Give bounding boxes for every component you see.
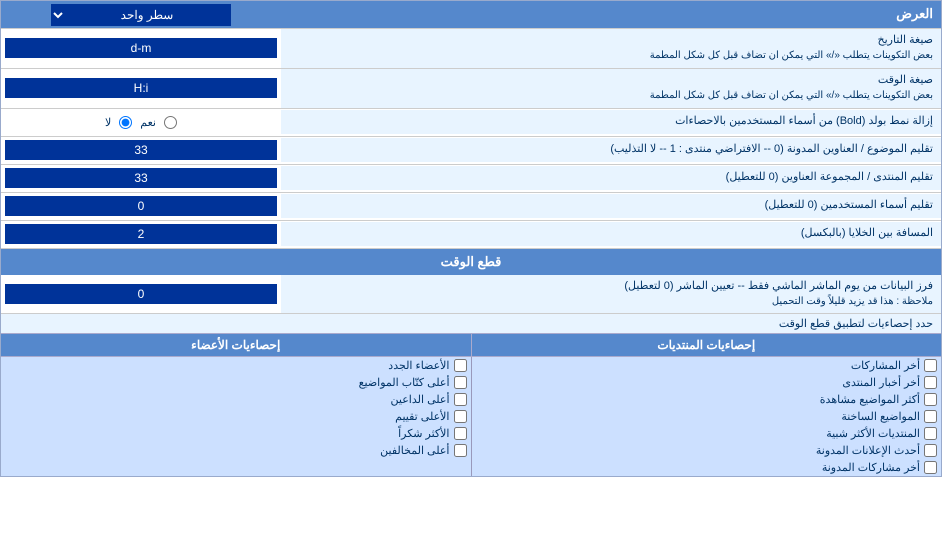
most-thanks-row: الأكثر شكراً <box>1 425 471 442</box>
bold-remove-no-radio[interactable] <box>119 116 132 129</box>
top-viewers-checkbox[interactable] <box>454 393 467 406</box>
last-tagged-row: أخر مشاركات المدونة <box>472 459 942 476</box>
latest-ads-label: أحدث الإعلانات المدونة <box>816 444 920 457</box>
page-title: العرض <box>281 1 941 27</box>
latest-ads-row: أحدث الإعلانات المدونة <box>472 442 942 459</box>
similar-forums-checkbox[interactable] <box>924 427 937 440</box>
latest-ads-checkbox[interactable] <box>924 444 937 457</box>
similar-forums-row: المنتديات الأكثر شبية <box>472 425 942 442</box>
stats-limit-row: حدد إحصاءيات لتطبيق قطع الوقت <box>1 314 941 334</box>
last-tagged-label: أخر مشاركات المدونة <box>822 461 920 474</box>
top-posters-checkbox[interactable] <box>454 376 467 389</box>
last-topics-row: المواضيع الساخنة <box>472 408 942 425</box>
new-members-row: الأعضاء الجدد <box>1 357 471 374</box>
lines-dropdown[interactable]: سطر واحد <box>51 4 231 26</box>
top-lurkers-label: أعلى المخالفين <box>380 444 449 457</box>
cutoff-value-input[interactable] <box>5 284 277 304</box>
subject-align-label: تقليم الموضوع / العناوين المدونة (0 -- ا… <box>281 138 941 161</box>
bold-remove-radio-group: نعم لا <box>105 116 177 129</box>
last-topics-checkbox[interactable] <box>924 410 937 423</box>
forum-stats-col: أخر المشاركات أخر أخبار المنتدى أكثر الم… <box>471 357 942 476</box>
last-shares-row: أخر المشاركات <box>472 357 942 374</box>
most-viewed-checkbox[interactable] <box>924 393 937 406</box>
col-members-header: إحصاءيات الأعضاء <box>1 334 471 356</box>
member-stats-col: الأعضاء الجدد أعلى كتّاب المواضيع أعلى ا… <box>1 357 471 476</box>
stats-columns-header: إحصاءيات المنتديات إحصاءيات الأعضاء <box>1 334 941 357</box>
last-forum-news-label: أخر أخبار المنتدى <box>842 376 920 389</box>
similar-forums-label: المنتديات الأكثر شبية <box>826 427 920 440</box>
most-viewed-label: أكثر المواضيع مشاهدة <box>820 393 920 406</box>
top-lurkers-checkbox[interactable] <box>454 444 467 457</box>
bold-remove-no-label: لا <box>105 116 111 129</box>
cell-spacing-label: المسافة بين الخلايا (بالبكسل) <box>281 222 941 245</box>
cutoff-row-label: فرز البيانات من يوم الماشر الماشي فقط --… <box>281 275 941 314</box>
stats-limit-label: حدد إحصاءيات لتطبيق قطع الوقت <box>9 317 933 330</box>
last-shares-label: أخر المشاركات <box>851 359 920 372</box>
top-rated-row: الأعلى تقييم <box>1 408 471 425</box>
last-shares-checkbox[interactable] <box>924 359 937 372</box>
cutoff-header: قطع الوقت <box>1 249 941 275</box>
bold-remove-label: إزالة نمط بولد (Bold) من أسماء المستخدمي… <box>281 110 941 133</box>
top-viewers-label: أعلى الداعين <box>391 393 450 406</box>
top-lurkers-row: أعلى المخالفين <box>1 442 471 459</box>
user-align-input[interactable] <box>5 196 277 216</box>
bold-remove-yes-label: نعم <box>140 116 156 129</box>
forum-align-label: تقليم المنتدى / المجموعة العناوين (0 للت… <box>281 166 941 189</box>
subject-align-input[interactable] <box>5 140 277 160</box>
col-shares-header: إحصاءيات المنتديات <box>471 334 942 356</box>
last-topics-label: المواضيع الساخنة <box>841 410 920 423</box>
user-align-label: تقليم أسماء المستخدمين (0 للتعطيل) <box>281 194 941 217</box>
top-viewers-row: أعلى الداعين <box>1 391 471 408</box>
last-forum-news-row: أخر أخبار المنتدى <box>472 374 942 391</box>
forum-align-input[interactable] <box>5 168 277 188</box>
cell-spacing-input[interactable] <box>5 224 277 244</box>
stats-columns-grid: أخر المشاركات أخر أخبار المنتدى أكثر الم… <box>1 357 941 476</box>
most-thanks-label: الأكثر شكراً <box>398 427 449 440</box>
bold-remove-yes-radio[interactable] <box>164 116 177 129</box>
top-rated-label: الأعلى تقييم <box>395 410 449 423</box>
top-posters-label: أعلى كتّاب المواضيع <box>359 376 450 389</box>
new-members-label: الأعضاء الجدد <box>388 359 449 372</box>
time-format-input[interactable] <box>5 78 277 98</box>
most-viewed-row: أكثر المواضيع مشاهدة <box>472 391 942 408</box>
top-rated-checkbox[interactable] <box>454 410 467 423</box>
time-format-label: صيغة الوقت بعض التكوينات يتطلب «/» التي … <box>281 69 941 108</box>
last-forum-news-checkbox[interactable] <box>924 376 937 389</box>
new-members-checkbox[interactable] <box>454 359 467 372</box>
date-format-input[interactable] <box>5 38 277 58</box>
last-tagged-checkbox[interactable] <box>924 461 937 474</box>
most-thanks-checkbox[interactable] <box>454 427 467 440</box>
top-posters-row: أعلى كتّاب المواضيع <box>1 374 471 391</box>
date-format-label: صيغة التاريخ بعض التكوينات يتطلب «/» الت… <box>281 29 941 68</box>
